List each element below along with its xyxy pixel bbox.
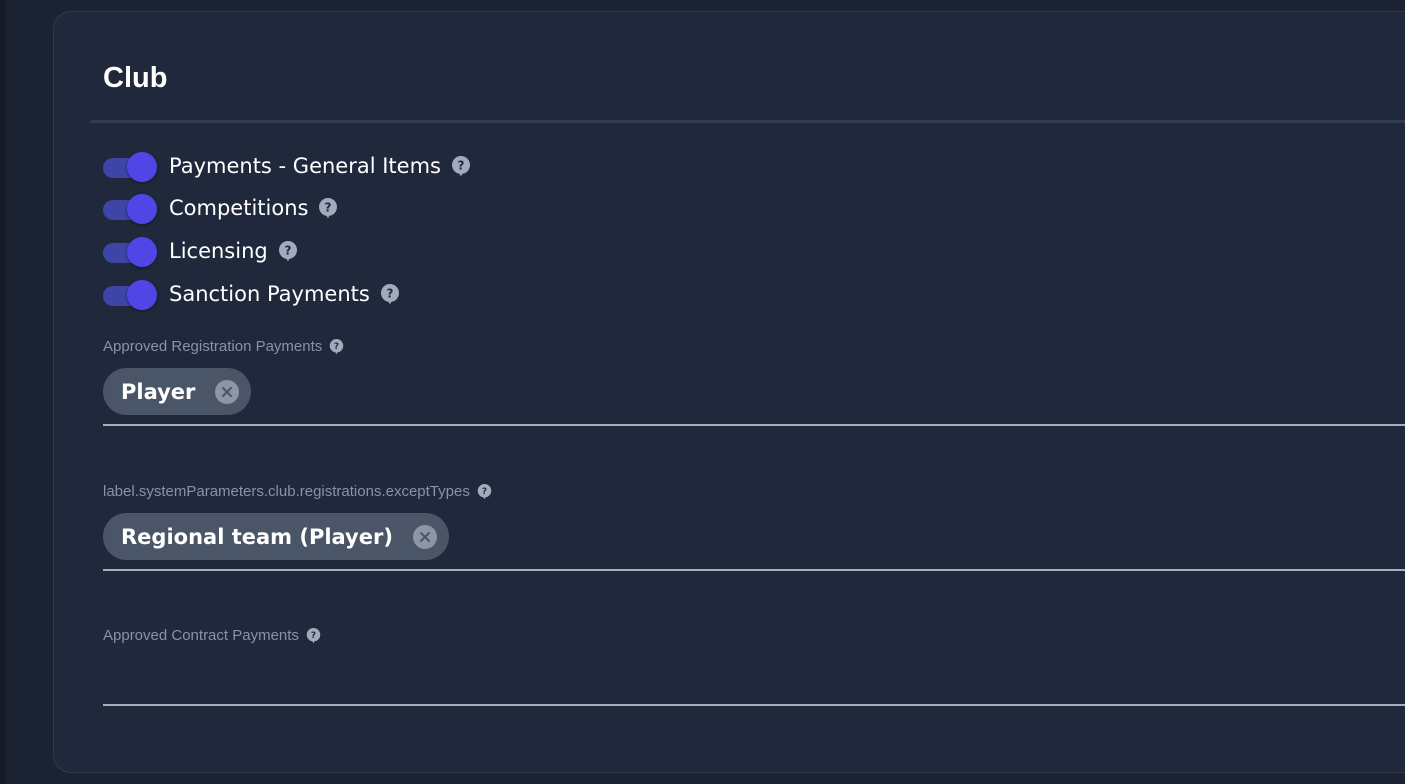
- svg-text:?: ?: [482, 487, 487, 497]
- field-label-text: Approved Contract Payments: [103, 627, 299, 644]
- approved-contract-payments-select[interactable]: [103, 657, 1405, 706]
- switch-row-payments-general-items: Payments - General Items ?: [103, 149, 471, 183]
- section-title: Club: [103, 62, 168, 94]
- chip-label: Regional team (Player): [121, 524, 393, 549]
- toggle-thumb: [127, 152, 157, 182]
- close-circle-icon[interactable]: [412, 524, 437, 549]
- help-icon[interactable]: ?: [306, 627, 321, 644]
- title-divider: [90, 120, 1405, 123]
- sanction-payments-label: Sanction Payments: [169, 282, 370, 306]
- toggle-thumb: [127, 237, 157, 267]
- competitions-label: Competitions: [169, 196, 309, 220]
- svg-text:?: ?: [284, 244, 291, 258]
- close-circle-icon[interactable]: [215, 379, 240, 404]
- payments-general-items-toggle[interactable]: [103, 151, 157, 182]
- switch-row-competitions: Competitions ?: [103, 191, 338, 225]
- payments-general-items-label: Payments - General Items: [169, 154, 441, 178]
- field-label-text: label.systemParameters.club.registration…: [103, 483, 470, 500]
- chip-player: Player: [103, 368, 252, 415]
- licensing-toggle[interactable]: [103, 236, 157, 267]
- help-icon[interactable]: ?: [318, 197, 338, 219]
- help-icon[interactable]: ?: [477, 483, 492, 500]
- svg-text:?: ?: [386, 287, 393, 301]
- chip-regional-team-player: Regional team (Player): [103, 513, 449, 560]
- approved-registration-payments-select[interactable]: Player: [103, 368, 1405, 426]
- svg-text:?: ?: [458, 159, 465, 173]
- competitions-toggle[interactable]: [103, 193, 157, 224]
- svg-text:?: ?: [325, 201, 332, 215]
- switch-row-licensing: Licensing ?: [103, 234, 298, 268]
- licensing-label: Licensing: [169, 239, 268, 263]
- toggle-thumb: [127, 280, 157, 310]
- help-icon[interactable]: ?: [329, 338, 344, 355]
- approved-contract-payments-label: Approved Contract Payments ?: [103, 627, 321, 644]
- club-settings-card: Club Payments - General Items ? Competit…: [53, 11, 1405, 773]
- toggle-thumb: [127, 194, 157, 224]
- chip-label: Player: [121, 379, 196, 404]
- except-types-select[interactable]: Regional team (Player): [103, 513, 1405, 571]
- page-left-rail: [0, 0, 6, 784]
- help-icon[interactable]: ?: [380, 283, 400, 305]
- field-label-text: Approved Registration Payments: [103, 338, 323, 355]
- help-icon[interactable]: ?: [278, 240, 298, 262]
- help-icon[interactable]: ?: [451, 155, 471, 177]
- approved-registration-payments-label: Approved Registration Payments ?: [103, 338, 344, 355]
- switch-row-sanction-payments: Sanction Payments ?: [103, 277, 400, 311]
- except-types-label: label.systemParameters.club.registration…: [103, 483, 492, 500]
- svg-text:?: ?: [311, 631, 316, 641]
- svg-text:?: ?: [334, 342, 339, 352]
- sanction-payments-toggle[interactable]: [103, 279, 157, 310]
